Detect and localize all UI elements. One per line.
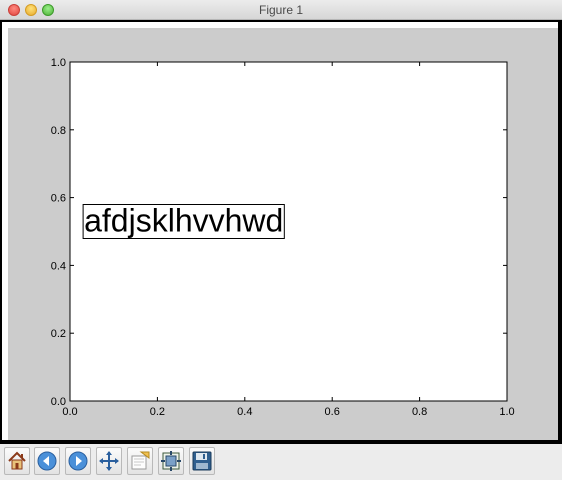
- y-tick-label: 0.6: [51, 193, 66, 205]
- figure-window: Figure 1 0.0 0.2 0.4 0.6 0.8 1.0 0.0 0.2 0.4 0.6 0…: [0, 0, 562, 480]
- plot-area[interactable]: 0.0 0.2 0.4 0.6 0.8 1.00.00.20.40.60.81.0 afd…: [0, 20, 562, 444]
- pan-button[interactable]: [96, 447, 122, 475]
- subplots-button[interactable]: [158, 447, 184, 475]
- home-icon: [8, 451, 26, 470]
- x-tick-label: 0.4: [237, 406, 252, 418]
- zoom-rect-icon: [131, 451, 150, 470]
- home-button[interactable]: [4, 447, 30, 475]
- annotation-text: afdjsklhvvhwd: [84, 203, 283, 239]
- x-tick-label: 1.0: [499, 406, 514, 418]
- forward-button[interactable]: [65, 447, 91, 475]
- y-tick-label: 0.0: [51, 396, 66, 408]
- title-bar[interactable]: Figure 1: [0, 0, 562, 20]
- pan-arrows-icon: [99, 451, 119, 471]
- annotations: afdjsklhvvhwd: [82, 203, 285, 239]
- y-tick-label: 0.8: [51, 125, 66, 137]
- navigation-toolbar: [0, 444, 562, 480]
- y-tick-label: 0.4: [51, 260, 66, 272]
- back-button[interactable]: [34, 447, 60, 475]
- text-annotation: afdjsklhvvhwd: [82, 203, 285, 239]
- x-tick-label: 0.2: [150, 406, 165, 418]
- y-tick-label: 1.0: [51, 57, 66, 69]
- x-tick-label: 0.8: [412, 406, 427, 418]
- subplots-config-icon: [161, 451, 181, 471]
- zoom-button[interactable]: [127, 447, 153, 475]
- back-arrow-icon: [37, 451, 57, 471]
- y-tick-label: 0.2: [51, 328, 66, 340]
- floppy-disk-icon: [192, 451, 212, 471]
- x-tick-label: 0.6: [325, 406, 340, 418]
- save-button[interactable]: [189, 447, 215, 475]
- window-title: Figure 1: [258, 3, 304, 17]
- forward-arrow-icon: [68, 451, 88, 471]
